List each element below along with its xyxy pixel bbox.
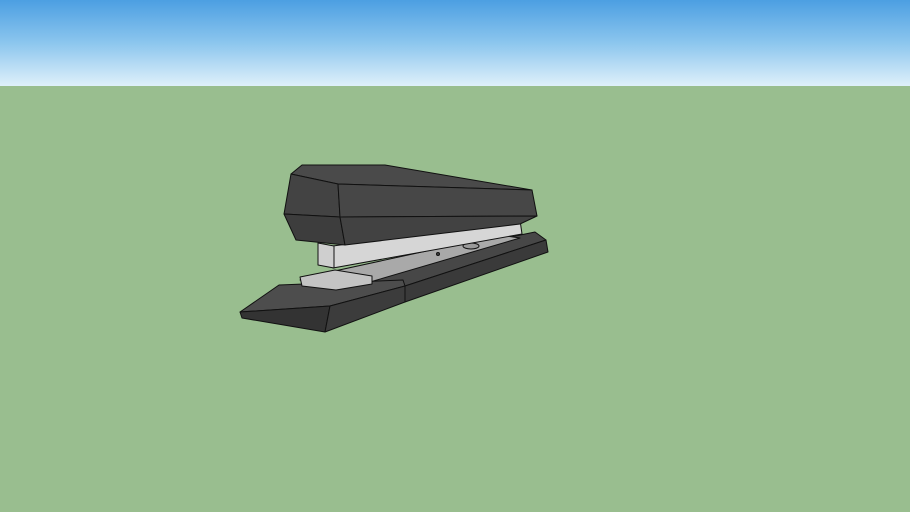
stapler-model[interactable]: [0, 0, 910, 512]
channel-rivet: [436, 252, 440, 256]
head-nose: [317, 242, 335, 269]
head-end-lower: [283, 213, 346, 246]
head-side-upper: [337, 183, 538, 218]
